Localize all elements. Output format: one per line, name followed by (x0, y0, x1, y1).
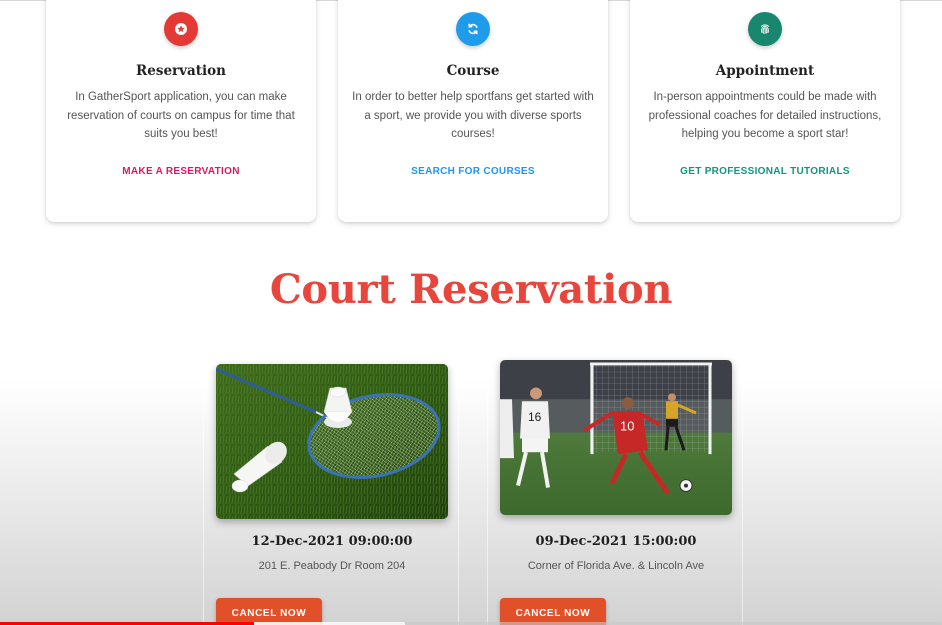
feature-title: Reservation (136, 63, 226, 79)
course-feature-card: Course In order to better help sportfans… (338, 0, 608, 222)
svg-text:10: 10 (620, 419, 634, 434)
feature-description: In GatherSport application, you can make… (67, 91, 295, 140)
reservation-address: 201 E. Peabody Dr Room 204 (258, 560, 406, 572)
star-badge-icon (164, 12, 198, 46)
refresh-icon (456, 12, 490, 46)
appointment-feature-card: Appointment In-person appointments could… (630, 0, 900, 222)
reservation-feature-card: Reservation In GatherSport application, … (46, 0, 316, 222)
badminton-racket-shuttlecock-photo (216, 364, 448, 519)
get-tutorials-link[interactable]: GET PROFESSIONAL TUTORIALS (630, 166, 900, 177)
feature-description: In-person appointments could be made wit… (648, 91, 882, 140)
court-reservation-heading: Court Reservation (269, 266, 673, 313)
feature-title: Appointment (715, 63, 815, 79)
svg-text:16: 16 (528, 410, 542, 424)
feature-title: Course (446, 63, 500, 79)
cancel-reservation-button[interactable]: CANCEL NOW (216, 598, 322, 625)
soccer-player-kicking-photo: 16 10 (500, 360, 732, 515)
make-reservation-link[interactable]: MAKE A RESERVATION (46, 166, 316, 177)
fingerprint-icon (748, 12, 782, 46)
feature-description: In order to better help sportfans get st… (352, 91, 594, 140)
reservation-datetime: 12-Dec-2021 09:00:00 (251, 534, 413, 549)
cancel-reservation-button[interactable]: CANCEL NOW (500, 598, 606, 625)
reservation-address: Corner of Florida Ave. & Lincoln Ave (527, 560, 705, 572)
search-courses-link[interactable]: SEARCH FOR COURSES (338, 166, 608, 177)
reservation-card: 12-Dec-2021 09:00:00 201 E. Peabody Dr R… (203, 362, 459, 625)
reservation-datetime: 09-Dec-2021 15:00:00 (535, 534, 697, 549)
reservation-card: 16 10 09-Dec-2021 15:00:00 Corner of Flo… (487, 360, 743, 625)
